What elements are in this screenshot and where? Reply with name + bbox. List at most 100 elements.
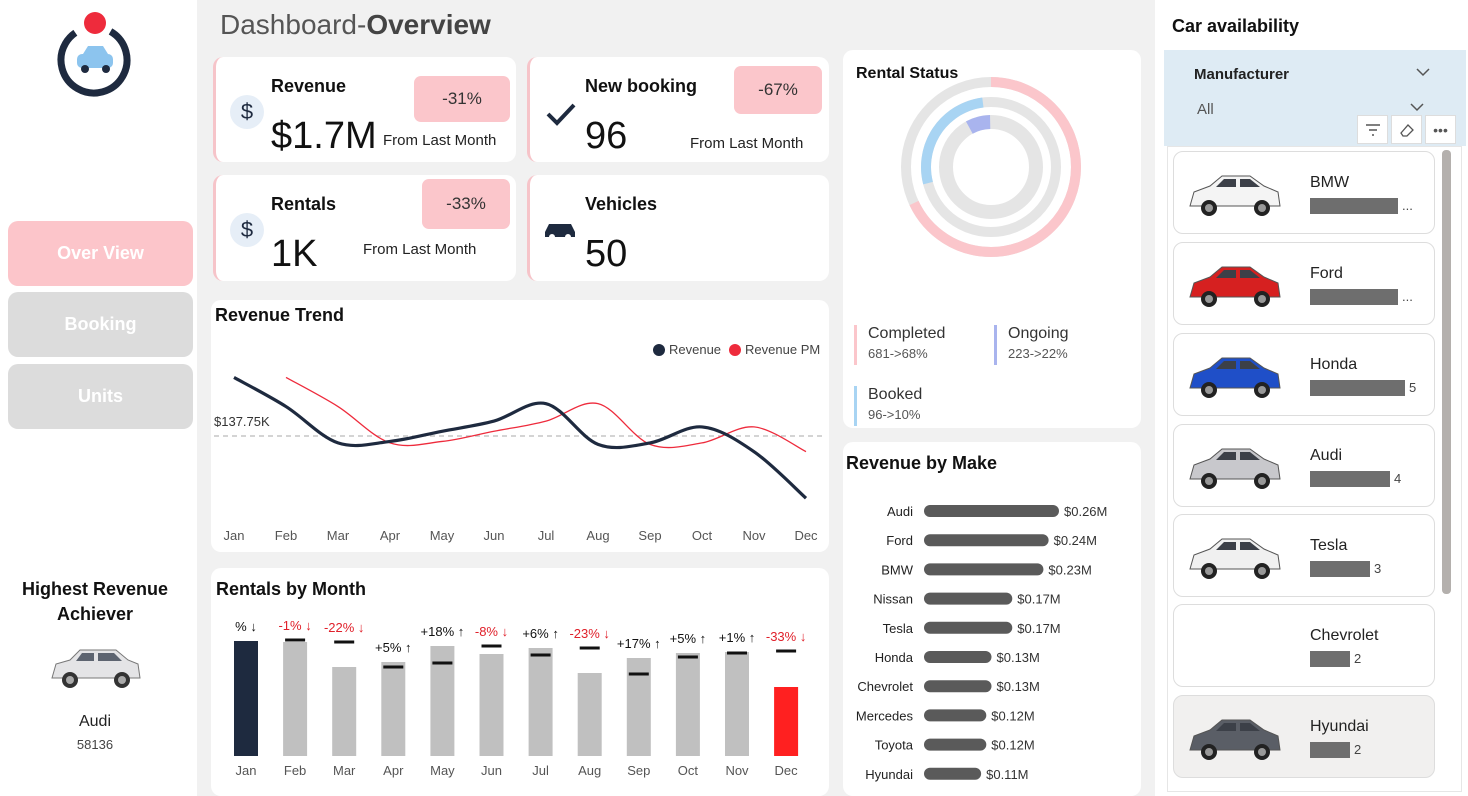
- bar: [528, 648, 553, 756]
- bar: [675, 653, 700, 756]
- category-label: Hyundai: [865, 767, 913, 782]
- page-title: Dashboard-Overview: [220, 9, 491, 41]
- previous-marker: [628, 672, 649, 676]
- x-tick-label: Oct: [678, 763, 699, 778]
- car-card-hyundai[interactable]: Hyundai 2: [1173, 695, 1435, 778]
- dollar-icon: $: [230, 95, 264, 129]
- nav-overview-button[interactable]: Over View: [8, 221, 193, 286]
- bar: [381, 662, 406, 756]
- status-ongoing: Ongoing 223->22%: [994, 325, 1069, 365]
- car-image: [1189, 175, 1281, 216]
- change-label: +18% ↑: [421, 624, 465, 639]
- bar: [924, 563, 1044, 576]
- kpi-rentals-card: $ Rentals 1K -33% From Last Month: [213, 175, 516, 281]
- availability-bar: [1310, 651, 1350, 667]
- availability-count: 2: [1354, 742, 1362, 757]
- category-label: Honda: [875, 650, 914, 665]
- car-card-honda[interactable]: Honda 5: [1173, 333, 1435, 416]
- car-card-chevrolet[interactable]: Chevrolet 2: [1173, 604, 1435, 687]
- rental-status-card: Rental Status Completed 681->68% Ongoing…: [843, 50, 1141, 428]
- filter-label: Manufacturer: [1194, 66, 1290, 83]
- kpi-rentals-value: 1K: [271, 233, 318, 275]
- page-title-light: Dashboard-: [220, 9, 367, 40]
- bar: [332, 667, 357, 756]
- kpi-rentals-title: Rentals: [271, 194, 337, 214]
- nav-units-button[interactable]: Units: [8, 364, 193, 429]
- filter-value[interactable]: All: [1197, 101, 1214, 118]
- change-label: +5% ↑: [670, 631, 707, 646]
- x-tick-label: Mar: [327, 528, 350, 543]
- x-tick-label: Sep: [638, 528, 661, 543]
- car-card-bmw[interactable]: BMW...: [1173, 151, 1435, 234]
- kpi-revenue-title: Revenue: [271, 76, 347, 96]
- car-card-audi[interactable]: Audi 4: [1173, 424, 1435, 507]
- availability-bar: [1310, 471, 1390, 487]
- eraser-icon[interactable]: [1391, 115, 1422, 144]
- car-card-ford[interactable]: Ford...: [1173, 242, 1435, 325]
- kpi-revenue-value: $1.7M: [271, 115, 377, 157]
- x-tick-label: Aug: [586, 528, 609, 543]
- x-tick-label: Jan: [236, 763, 257, 778]
- series-line-revenue-pm: [285, 376, 807, 453]
- availability-bar: [1310, 561, 1370, 577]
- nav-booking-button[interactable]: Booking: [8, 292, 193, 357]
- car-name: BMW: [1310, 174, 1350, 191]
- checkmark-icon: [546, 103, 576, 126]
- x-tick-label: Dec: [775, 763, 799, 778]
- revenue-by-make-card: Revenue by Make Audi $0.26M Ford $0.24M BMW $…: [843, 442, 1141, 796]
- chevron-down-icon[interactable]: [1410, 102, 1424, 112]
- availability-count: 3: [1374, 561, 1382, 576]
- car-image: [1189, 448, 1281, 489]
- value-label: $0.23M: [1048, 562, 1091, 577]
- x-tick-label: Nov: [742, 528, 766, 543]
- bar: [924, 738, 987, 751]
- previous-marker: [727, 651, 747, 655]
- kpi-rentals-change: -33%: [422, 179, 510, 229]
- x-tick-label: Jun: [484, 528, 505, 543]
- availability-bar: [1310, 380, 1405, 396]
- bar: [924, 534, 1049, 547]
- x-tick-label: Dec: [794, 528, 818, 543]
- filter-icon[interactable]: [1357, 115, 1388, 144]
- more-options-icon[interactable]: •••: [1425, 115, 1456, 144]
- previous-marker: [677, 655, 698, 659]
- car-card-tesla[interactable]: Tesla 3: [1173, 514, 1435, 597]
- chevron-down-icon[interactable]: [1416, 67, 1430, 77]
- bar: [234, 641, 258, 756]
- x-tick-label: Feb: [284, 763, 306, 778]
- scrollbar[interactable]: [1442, 150, 1451, 594]
- previous-marker: [285, 638, 306, 642]
- car-name: Hyundai: [1310, 718, 1369, 735]
- bar: [479, 654, 504, 756]
- bar: [924, 505, 1059, 517]
- x-tick-label: Feb: [275, 528, 297, 543]
- value-label: $0.12M: [991, 708, 1034, 723]
- x-tick-label: Jul: [532, 763, 549, 778]
- bar: [924, 592, 1013, 605]
- donut-track: [939, 115, 1043, 219]
- bar: [774, 687, 799, 756]
- value-label: $0.12M: [991, 738, 1034, 753]
- x-tick-label: Jul: [538, 528, 555, 543]
- car-name: Chevrolet: [1310, 627, 1379, 644]
- x-tick-label: Sep: [627, 763, 650, 778]
- change-label: -1% ↓: [278, 618, 311, 633]
- x-tick-label: Apr: [383, 763, 404, 778]
- previous-marker: [530, 653, 551, 657]
- x-tick-label: Jun: [481, 763, 502, 778]
- app-logo-icon: [57, 12, 131, 97]
- car-image: [1189, 266, 1281, 307]
- car-image: [1189, 357, 1281, 398]
- status-completed-value: 681->68%: [868, 346, 928, 361]
- x-tick-label: Mar: [333, 763, 356, 778]
- revenue-trend-chart: Jan Feb Mar Apr May Jun Jul Aug Sep Oct Nov Dec: [214, 376, 823, 543]
- car-image: [1189, 719, 1281, 760]
- x-tick-label: Nov: [725, 763, 749, 778]
- kpi-booking-change: -67%: [734, 66, 822, 114]
- change-label: +1% ↑: [719, 630, 756, 645]
- value-label: $0.24M: [1054, 533, 1097, 548]
- x-tick-label: Jan: [224, 528, 245, 543]
- category-label: Mercedes: [856, 708, 914, 723]
- bar: [725, 652, 749, 756]
- kpi-vehicles-value: 50: [585, 233, 628, 275]
